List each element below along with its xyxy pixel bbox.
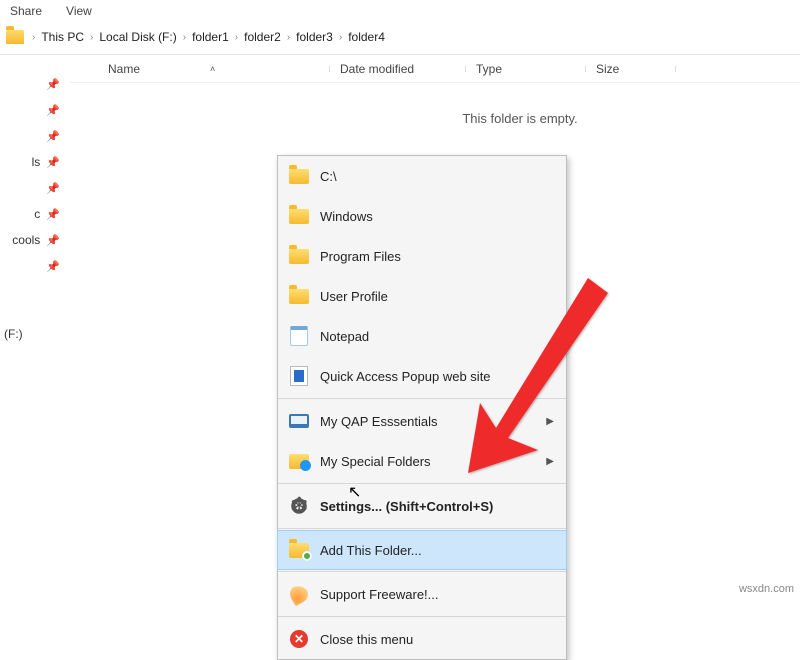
pin-icon: 📌 xyxy=(46,130,60,143)
folder-icon xyxy=(288,285,310,307)
breadcrumb-item[interactable]: This PC xyxy=(41,30,84,44)
chevron-right-icon[interactable]: › xyxy=(90,32,93,43)
chevron-right-icon[interactable]: › xyxy=(287,32,290,43)
special-folder-icon xyxy=(288,450,310,472)
menu-item-special-folders[interactable]: My Special Folders▶ xyxy=(278,441,566,481)
column-header-size[interactable]: Size xyxy=(586,62,676,76)
breadcrumb-item[interactable]: folder4 xyxy=(348,30,385,44)
chevron-right-icon[interactable]: › xyxy=(32,32,35,43)
folder-icon xyxy=(288,245,310,267)
web-icon xyxy=(288,365,310,387)
watermark: wsxdn.com xyxy=(735,582,798,596)
folder-icon xyxy=(6,30,24,44)
menu-separator xyxy=(278,616,566,617)
menu-separator xyxy=(278,483,566,484)
menu-item-c-drive[interactable]: C:\ xyxy=(278,156,566,196)
sidebar-drive[interactable]: (F:) xyxy=(0,321,66,347)
folder-plus-icon xyxy=(288,539,310,561)
pin-icon: 📌 xyxy=(46,182,60,195)
sidebar-item[interactable]: 📌 xyxy=(0,71,66,97)
breadcrumb-item[interactable]: folder2 xyxy=(244,30,281,44)
sidebar-item[interactable]: 📌 xyxy=(0,97,66,123)
menu-item-user-profile[interactable]: User Profile xyxy=(278,276,566,316)
submenu-arrow-icon: ▶ xyxy=(546,416,554,427)
folder-icon xyxy=(288,165,310,187)
pin-icon: 📌 xyxy=(46,104,60,117)
menu-item-notepad[interactable]: Notepad xyxy=(278,316,566,356)
nav-sidebar: 📌 📌 📌 ls📌 📌 c📌 cools📌 📌 (F:) xyxy=(0,55,70,595)
column-header-name[interactable]: Name˄ xyxy=(70,62,330,76)
submenu-arrow-icon: ▶ xyxy=(546,456,554,467)
menu-item-support-freeware[interactable]: Support Freeware!... xyxy=(278,574,566,614)
menu-separator xyxy=(278,571,566,572)
sidebar-item[interactable]: 📌 xyxy=(0,253,66,279)
column-headers: Name˄ Date modified Type Size xyxy=(70,55,800,83)
chevron-right-icon[interactable]: › xyxy=(183,32,186,43)
pin-icon: 📌 xyxy=(46,78,60,91)
monitor-icon xyxy=(288,410,310,432)
close-icon: ✕ xyxy=(288,628,310,650)
notepad-icon xyxy=(288,325,310,347)
ribbon-tabs: Share View xyxy=(0,0,800,24)
gear-icon xyxy=(288,495,310,517)
column-header-type[interactable]: Type xyxy=(466,62,586,76)
menu-item-program-files[interactable]: Program Files xyxy=(278,236,566,276)
pin-icon: 📌 xyxy=(46,208,60,221)
menu-separator xyxy=(278,398,566,399)
breadcrumb-item[interactable]: Local Disk (F:) xyxy=(99,30,176,44)
breadcrumb-item[interactable]: folder3 xyxy=(296,30,333,44)
breadcrumb-item[interactable]: folder1 xyxy=(192,30,229,44)
sidebar-item[interactable]: c📌 xyxy=(0,201,66,227)
pin-icon: 📌 xyxy=(46,260,60,273)
menu-item-qap-website[interactable]: Quick Access Popup web site xyxy=(278,356,566,396)
menu-item-close-menu[interactable]: ✕Close this menu xyxy=(278,619,566,659)
folder-icon xyxy=(288,205,310,227)
empty-folder-text: This folder is empty. xyxy=(70,111,800,126)
context-menu: C:\ Windows Program Files User Profile N… xyxy=(277,155,567,660)
chevron-right-icon[interactable]: › xyxy=(339,32,342,43)
column-header-date[interactable]: Date modified xyxy=(330,62,466,76)
pin-icon: 📌 xyxy=(46,234,60,247)
menu-item-qap-essentials[interactable]: My QAP Esssentials▶ xyxy=(278,401,566,441)
pin-icon: 📌 xyxy=(46,156,60,169)
feather-icon xyxy=(288,583,310,605)
menu-item-add-this-folder[interactable]: Add This Folder... xyxy=(277,530,567,570)
sidebar-item[interactable]: ls📌 xyxy=(0,149,66,175)
tab-share[interactable]: Share xyxy=(10,4,42,18)
sidebar-item[interactable]: cools📌 xyxy=(0,227,66,253)
sidebar-item[interactable]: 📌 xyxy=(0,123,66,149)
tab-view[interactable]: View xyxy=(66,4,92,18)
chevron-right-icon[interactable]: › xyxy=(235,32,238,43)
sort-asc-icon: ˄ xyxy=(210,64,215,74)
sidebar-item[interactable]: 📌 xyxy=(0,175,66,201)
menu-separator xyxy=(278,528,566,529)
breadcrumb-bar[interactable]: › This PC › Local Disk (F:) › folder1 › … xyxy=(0,24,800,55)
menu-item-settings[interactable]: Settings... (Shift+Control+S) xyxy=(278,486,566,526)
menu-item-windows[interactable]: Windows xyxy=(278,196,566,236)
